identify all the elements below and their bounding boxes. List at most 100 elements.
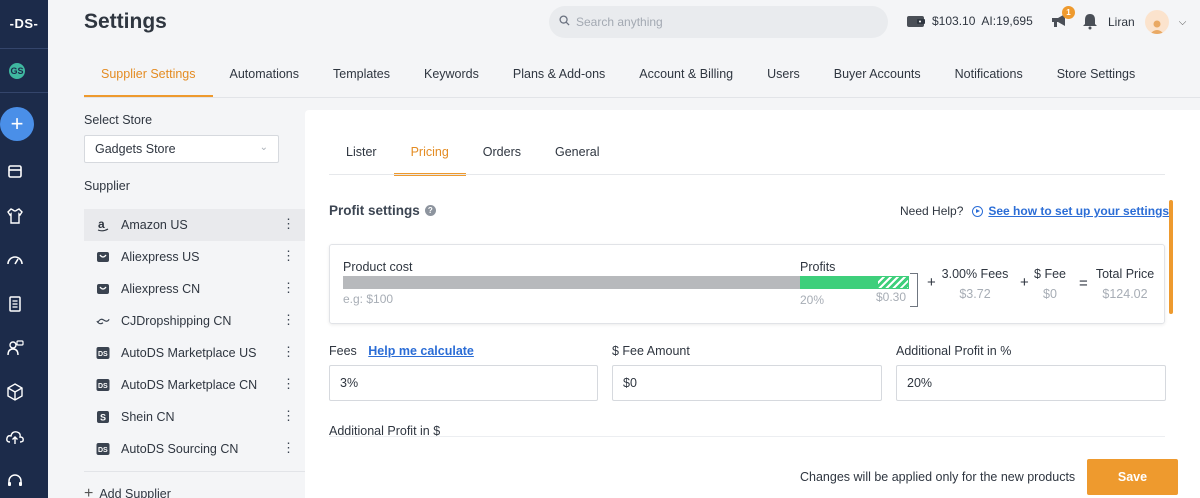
wallet-icon bbox=[906, 13, 926, 29]
supplier-item[interactable]: S Shein CN ⋮ bbox=[84, 401, 305, 433]
total-price-label: Total Price bbox=[1095, 267, 1155, 281]
svg-text:DS: DS bbox=[98, 383, 108, 390]
profits-fixed: $0.30 bbox=[876, 290, 907, 304]
kebab-menu-icon[interactable]: ⋮ bbox=[282, 249, 295, 263]
user-name: Liran bbox=[1108, 15, 1135, 29]
profits-percent: 20% bbox=[800, 293, 825, 307]
supplier-item[interactable]: Aliexpress CN ⋮ bbox=[84, 273, 305, 305]
user-menu[interactable]: Liran ⌵ bbox=[1082, 10, 1186, 34]
fixed-fee-label: $ Fee bbox=[1034, 267, 1066, 281]
question-icon[interactable]: ? bbox=[424, 205, 436, 216]
changes-notice: Changes will be applied only for the new… bbox=[800, 470, 1076, 484]
product-cost-placeholder: e.g: $100 bbox=[343, 292, 394, 306]
tab-automations[interactable]: Automations bbox=[213, 60, 316, 98]
app-logo[interactable]: -DS- bbox=[0, 0, 48, 46]
subtab-general[interactable]: General bbox=[538, 132, 616, 176]
chevron-down-icon: ⌵ bbox=[1178, 16, 1187, 28]
fixed-fee-value: $0 bbox=[1043, 287, 1057, 301]
workspace-avatar[interactable]: GS bbox=[7, 61, 27, 81]
kebab-menu-icon[interactable]: ⋮ bbox=[282, 217, 295, 231]
supplier-name: Amazon US bbox=[121, 218, 188, 232]
announcements-button[interactable]: 1 bbox=[1049, 6, 1075, 32]
additional-profit-percent-input[interactable] bbox=[896, 365, 1166, 401]
kebab-menu-icon[interactable]: ⋮ bbox=[282, 409, 295, 423]
fees-input[interactable] bbox=[329, 365, 598, 401]
fees-summary-value: $3.72 bbox=[959, 287, 991, 301]
help-video-link[interactable]: See how to set up your settings bbox=[988, 204, 1169, 218]
tab-plans-add-ons[interactable]: Plans & Add-ons bbox=[496, 60, 622, 98]
dashboard-gauge-icon[interactable] bbox=[5, 250, 25, 270]
fees-summary-label: 3.00% Fees bbox=[941, 267, 1009, 281]
supplier-item[interactable]: DS AutoDS Sourcing CN ⋮ bbox=[84, 433, 305, 465]
tab-supplier-settings[interactable]: Supplier Settings bbox=[84, 60, 213, 98]
search-bar[interactable] bbox=[549, 6, 888, 38]
orders-list-icon[interactable] bbox=[5, 294, 25, 314]
tab-notifications[interactable]: Notifications bbox=[938, 60, 1040, 98]
product-cost-bar bbox=[343, 276, 800, 289]
tab-store-settings[interactable]: Store Settings bbox=[1040, 60, 1153, 98]
kebab-menu-icon[interactable]: ⋮ bbox=[282, 345, 295, 359]
add-supplier-button[interactable]: + Add Supplier bbox=[84, 485, 171, 498]
supplier-label: Supplier bbox=[84, 179, 130, 193]
kebab-menu-icon[interactable]: ⋮ bbox=[282, 281, 295, 295]
supplier-item[interactable]: Aliexpress US ⋮ bbox=[84, 241, 305, 273]
supplier-name: CJDropshipping CN bbox=[121, 314, 232, 328]
settings-tabs: Supplier Settings Automations Templates Key… bbox=[84, 60, 1152, 98]
supplier-item[interactable]: CJDropshipping CN ⋮ bbox=[84, 305, 305, 337]
supplier-item[interactable]: DS AutoDS Marketplace US ⋮ bbox=[84, 337, 305, 369]
plus-operator: + bbox=[927, 274, 936, 291]
kebab-menu-icon[interactable]: ⋮ bbox=[282, 313, 295, 327]
total-price-value: $124.02 bbox=[1102, 287, 1148, 301]
additional-profit-percent-label: Additional Profit in % bbox=[896, 344, 1012, 358]
autods-icon: DS bbox=[96, 346, 110, 360]
notifications-badge: 1 bbox=[1062, 6, 1075, 19]
user-avatar bbox=[1144, 10, 1169, 34]
fee-amount-input[interactable] bbox=[612, 365, 882, 401]
subtab-pricing[interactable]: Pricing bbox=[393, 132, 466, 176]
svg-text:S: S bbox=[100, 413, 106, 423]
kebab-menu-icon[interactable]: ⋮ bbox=[282, 377, 295, 391]
shein-icon: S bbox=[96, 410, 110, 424]
store-select-value: Gadgets Store bbox=[95, 142, 176, 156]
fees-field-label: Fees Help me calculate bbox=[329, 344, 474, 358]
add-supplier-label: Add Supplier bbox=[99, 487, 171, 498]
customer-support-icon[interactable] bbox=[5, 338, 25, 358]
store-select[interactable]: Gadgets Store ⌄ bbox=[84, 135, 279, 163]
tab-templates[interactable]: Templates bbox=[316, 60, 407, 98]
supplier-name: AutoDS Marketplace CN bbox=[121, 378, 258, 392]
supplier-name: AutoDS Sourcing CN bbox=[121, 442, 239, 456]
headset-help-icon[interactable] bbox=[5, 471, 25, 491]
tshirt-icon[interactable] bbox=[5, 206, 25, 226]
supplier-item[interactable]: a Amazon US ⋮ bbox=[84, 209, 305, 241]
cloud-upload-icon[interactable] bbox=[5, 427, 25, 447]
kebab-menu-icon[interactable]: ⋮ bbox=[282, 441, 295, 455]
create-button[interactable]: + bbox=[0, 107, 34, 141]
form-divider bbox=[329, 436, 1165, 437]
supplier-name: Aliexpress US bbox=[121, 250, 200, 264]
aliexpress-icon bbox=[96, 250, 110, 264]
scrollbar-thumb[interactable] bbox=[1169, 200, 1173, 314]
supplier-item[interactable]: DS AutoDS Marketplace CN ⋮ bbox=[84, 369, 305, 401]
profit-fixed-bar bbox=[877, 276, 909, 289]
supplier-list: a Amazon US ⋮ Aliexpress US ⋮ Aliexpress CN ⋮ C… bbox=[84, 209, 305, 465]
tab-buyer-accounts[interactable]: Buyer Accounts bbox=[817, 60, 938, 98]
package-icon[interactable] bbox=[5, 382, 25, 402]
left-rail: -DS- GS + bbox=[0, 0, 48, 498]
store-icon[interactable] bbox=[5, 161, 25, 181]
product-cost-label: Product cost bbox=[343, 260, 413, 274]
tab-keywords[interactable]: Keywords bbox=[407, 60, 496, 98]
fees-label-text: Fees bbox=[329, 344, 357, 358]
search-input[interactable] bbox=[576, 15, 876, 29]
tab-account-billing[interactable]: Account & Billing bbox=[622, 60, 750, 98]
fee-amount-label: $ Fee Amount bbox=[612, 344, 690, 358]
chevron-down-icon: ⌄ bbox=[259, 142, 268, 153]
save-button[interactable]: Save bbox=[1087, 459, 1178, 495]
bell-icon bbox=[1082, 12, 1098, 33]
subtab-orders[interactable]: Orders bbox=[466, 132, 538, 176]
tab-users[interactable]: Users bbox=[750, 60, 817, 98]
search-icon bbox=[559, 13, 570, 31]
subtab-lister[interactable]: Lister bbox=[329, 132, 394, 176]
help-me-calculate-link[interactable]: Help me calculate bbox=[368, 344, 474, 358]
wallet-balance[interactable]: $103.10 AI:19,695 bbox=[906, 13, 1033, 29]
cj-icon bbox=[96, 314, 110, 328]
